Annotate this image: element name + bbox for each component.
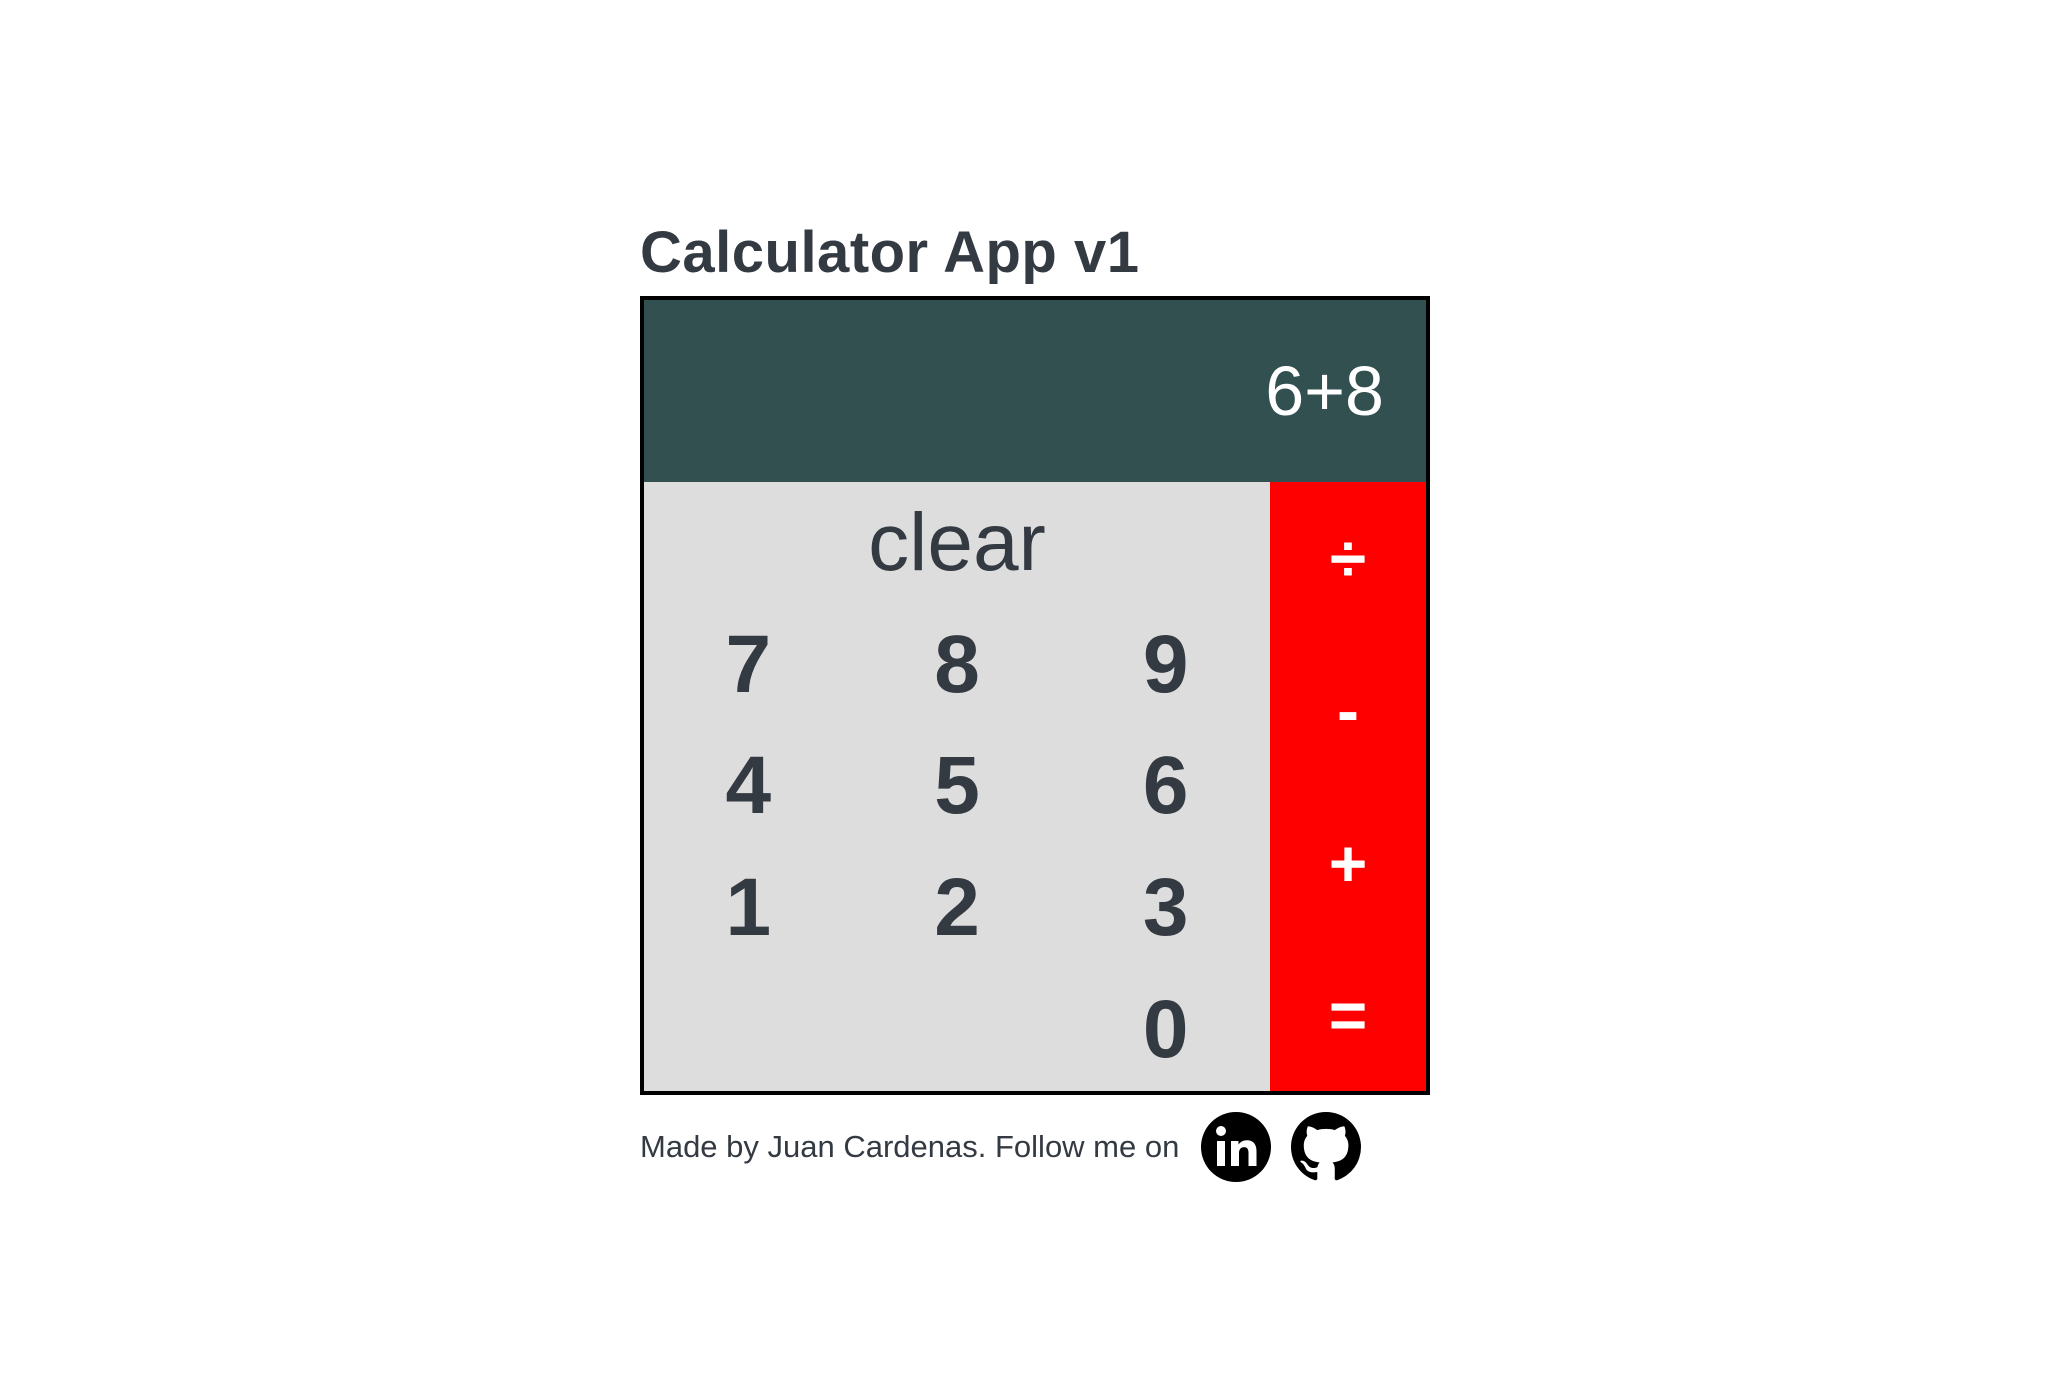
footer-text: Made by Juan Cardenas. Follow me on <box>640 1129 1180 1164</box>
linkedin-icon-graphic <box>1201 1112 1272 1182</box>
operator-column: ÷ - + = <box>1270 482 1426 1091</box>
digit-9-button[interactable]: 9 <box>1061 604 1270 726</box>
keypad: clear 7 8 9 4 5 6 1 2 3 0 <box>644 482 1270 1091</box>
digit-6-button[interactable]: 6 <box>1061 726 1270 848</box>
digit-7-button[interactable]: 7 <box>644 604 853 726</box>
digit-1-button[interactable]: 1 <box>644 847 853 969</box>
digit-2-button[interactable]: 2 <box>853 847 1062 969</box>
digit-8-button[interactable]: 8 <box>853 604 1062 726</box>
page-title: Calculator App v1 <box>640 220 1140 285</box>
clear-button[interactable]: clear <box>644 482 1270 604</box>
digit-0-button[interactable]: 0 <box>1061 969 1270 1091</box>
divide-button[interactable]: ÷ <box>1270 482 1426 634</box>
calculator: 6+8 clear 7 8 9 4 5 6 1 2 3 0 ÷ - + = <box>640 296 1430 1095</box>
calculator-display: 6+8 <box>644 300 1426 482</box>
digit-5-button[interactable]: 5 <box>853 726 1062 848</box>
digit-4-button[interactable]: 4 <box>644 726 853 848</box>
github-icon[interactable] <box>1291 1112 1362 1182</box>
equals-button[interactable]: = <box>1270 939 1426 1091</box>
display-value: 6+8 <box>1265 352 1384 430</box>
calculator-app: Calculator App v1 6+8 clear 7 8 9 4 5 6 … <box>640 210 1430 1183</box>
subtract-button[interactable]: - <box>1270 634 1426 786</box>
digit-3-button[interactable]: 3 <box>1061 847 1270 969</box>
footer: Made by Juan Cardenas. Follow me on <box>640 1111 1430 1183</box>
add-button[interactable]: + <box>1270 787 1426 939</box>
github-icon-graphic <box>1291 1112 1362 1181</box>
linkedin-icon[interactable] <box>1201 1112 1272 1182</box>
